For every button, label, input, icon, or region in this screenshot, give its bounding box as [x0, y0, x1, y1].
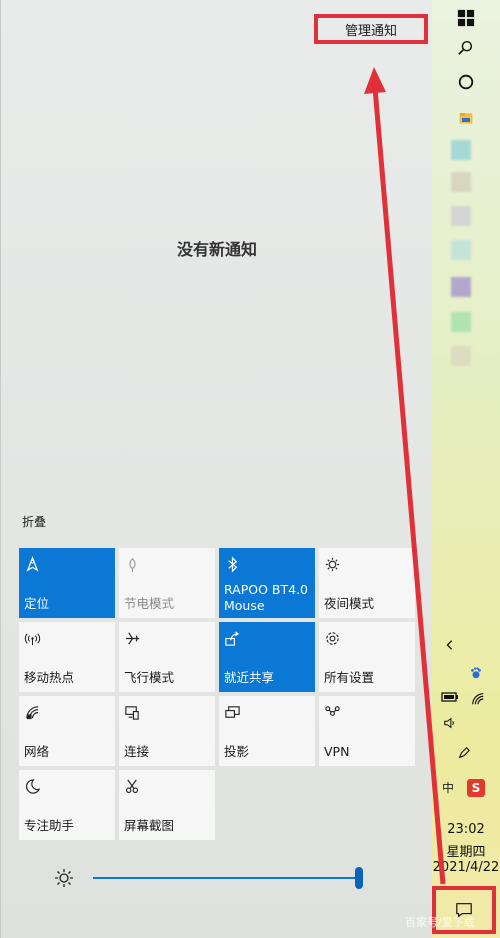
- tile-battery-saver[interactable]: 节电模式: [119, 548, 215, 618]
- no-notifications-message: 没有新通知: [176, 240, 257, 259]
- brightness-slider-track[interactable]: [93, 877, 359, 879]
- app-icon[interactable]: [451, 312, 471, 332]
- bluetooth-icon: [224, 556, 310, 578]
- tile-label: VPN: [324, 744, 350, 759]
- clock-date[interactable]: 2021/4/22: [432, 860, 500, 875]
- show-hidden-icons-chevron-icon[interactable]: [441, 636, 459, 654]
- tile-label: 专注助手: [24, 818, 75, 833]
- tile-airplane-mode[interactable]: 飞行模式: [119, 622, 215, 692]
- app-icon[interactable]: [451, 172, 471, 192]
- tile-bluetooth[interactable]: RAPOO BT4.0 Mouse: [219, 548, 315, 618]
- tile-label: 投影: [224, 744, 250, 759]
- tile-label: 节电模式: [124, 596, 175, 611]
- tile-label: 就近共享: [224, 670, 275, 685]
- location-icon: [24, 556, 110, 578]
- brightness-slider-thumb[interactable]: [355, 867, 363, 889]
- baidu-tray-icon[interactable]: [467, 664, 485, 682]
- tile-label: 飞行模式: [124, 670, 175, 685]
- tile-location[interactable]: 定位: [19, 548, 115, 618]
- tile-label: 定位: [24, 596, 50, 611]
- tile-connect[interactable]: 连接: [119, 696, 215, 766]
- windows-start-icon[interactable]: [456, 8, 476, 28]
- tile-label: 所有设置: [324, 670, 375, 685]
- volume-icon[interactable]: [441, 714, 459, 732]
- app-icon[interactable]: [451, 277, 471, 297]
- vpn-icon: [324, 704, 410, 726]
- nearby-share-icon: [224, 630, 310, 652]
- tile-all-settings[interactable]: 所有设置: [319, 622, 415, 692]
- airplane-icon: [124, 630, 210, 652]
- watermark: 百家号/爱下载: [405, 916, 475, 929]
- project-icon: [224, 704, 310, 726]
- tile-screen-snip[interactable]: 屏幕截图: [119, 770, 215, 840]
- brightness-control: [53, 864, 373, 892]
- mobile-hotspot-icon: [24, 630, 110, 652]
- manage-notifications-link[interactable]: 管理通知: [314, 14, 428, 44]
- sogou-input-icon[interactable]: S: [467, 779, 485, 797]
- ime-indicator[interactable]: 中: [439, 778, 457, 796]
- battery-icon[interactable]: [441, 688, 459, 706]
- network-icon: [24, 704, 110, 726]
- night-light-icon: [324, 556, 410, 578]
- battery-saver-icon: [124, 556, 210, 578]
- tile-network[interactable]: 网络: [19, 696, 115, 766]
- app-icon[interactable]: [451, 140, 471, 160]
- tile-label: RAPOO BT4.0 Mouse: [224, 582, 309, 613]
- collapse-button[interactable]: 折叠: [22, 513, 46, 530]
- tile-night-light[interactable]: 夜间模式: [319, 548, 415, 618]
- focus-assist-icon: [24, 778, 110, 800]
- tile-label: 屏幕截图: [124, 818, 175, 833]
- app-icon[interactable]: [451, 346, 471, 366]
- tile-project[interactable]: 投影: [219, 696, 315, 766]
- clock-weekday[interactable]: 星期四: [432, 841, 500, 860]
- brightness-icon: [55, 869, 73, 887]
- quick-actions-grid: 定位 节电模式 RAPOO BT4.0 Mouse 夜间模式 移动热点 飞行模式…: [19, 548, 415, 840]
- tile-label: 夜间模式: [324, 596, 375, 611]
- tile-label: 连接: [124, 744, 150, 759]
- app-icon[interactable]: [451, 206, 471, 226]
- app-icon[interactable]: [451, 240, 471, 260]
- file-explorer-icon[interactable]: [456, 108, 476, 128]
- pen-icon[interactable]: [455, 744, 473, 762]
- manage-notifications-label: 管理通知: [344, 23, 397, 39]
- tile-vpn[interactable]: VPN: [319, 696, 415, 766]
- ime-label: 中: [441, 780, 454, 795]
- tile-label: 网络: [24, 744, 50, 759]
- search-icon[interactable]: [456, 38, 476, 58]
- wifi-icon[interactable]: [469, 690, 487, 708]
- settings-icon: [324, 630, 410, 652]
- action-center-panel: 管理通知 没有新通知 折叠 定位 节电模式 RAPOO BT4.0 Mouse: [0, 0, 432, 938]
- clock-time[interactable]: 23:02: [432, 822, 500, 837]
- tile-mobile-hotspot[interactable]: 移动热点: [19, 622, 115, 692]
- cortana-icon[interactable]: [456, 72, 476, 92]
- tile-label: 移动热点: [24, 670, 75, 685]
- connect-icon: [124, 704, 210, 726]
- screen-snip-icon: [124, 778, 210, 800]
- tile-focus-assist[interactable]: 专注助手: [19, 770, 115, 840]
- tile-nearby-share[interactable]: 就近共享: [219, 622, 315, 692]
